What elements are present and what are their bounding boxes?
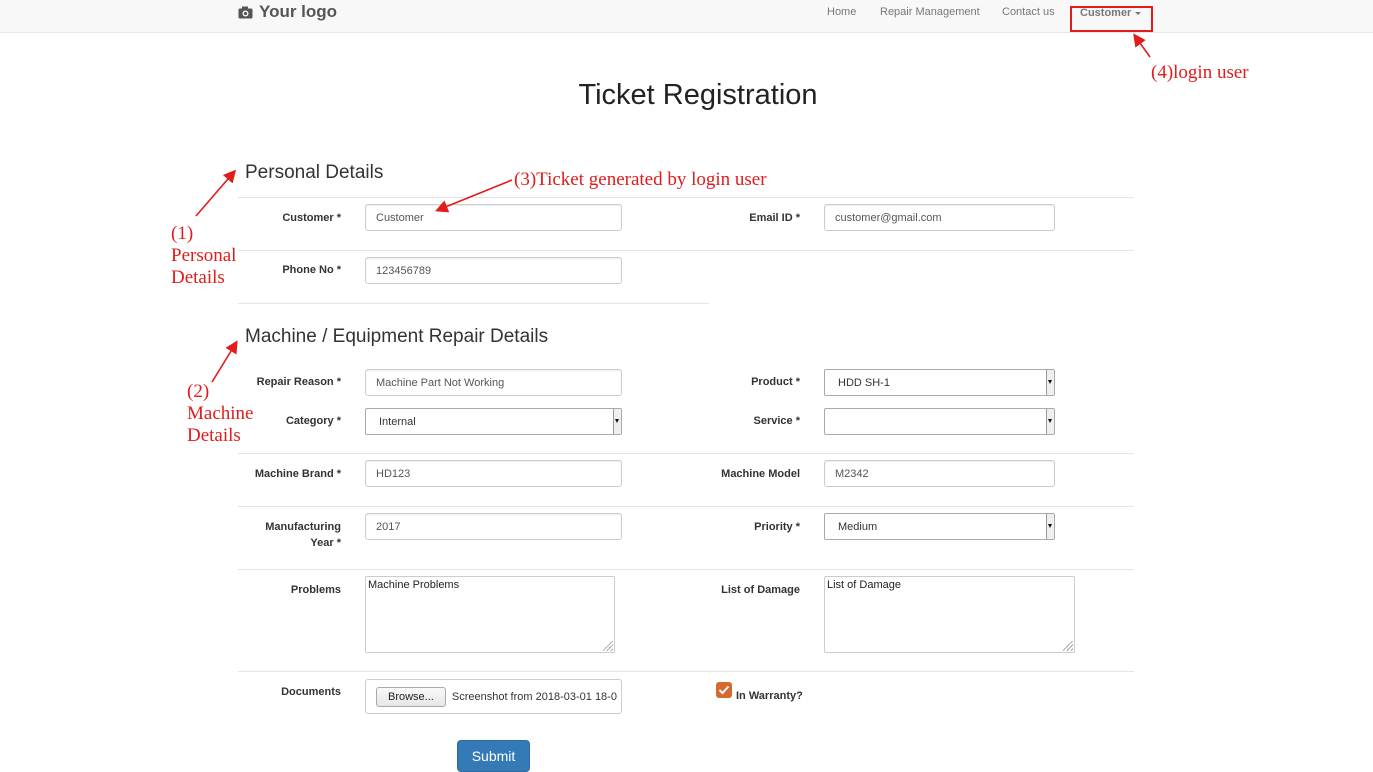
arrow-ticket [435,179,513,213]
arrow-personal [195,169,237,217]
annotation-arrows [195,33,1151,383]
arrow-login [1133,33,1151,58]
arrow-machine [211,340,238,383]
